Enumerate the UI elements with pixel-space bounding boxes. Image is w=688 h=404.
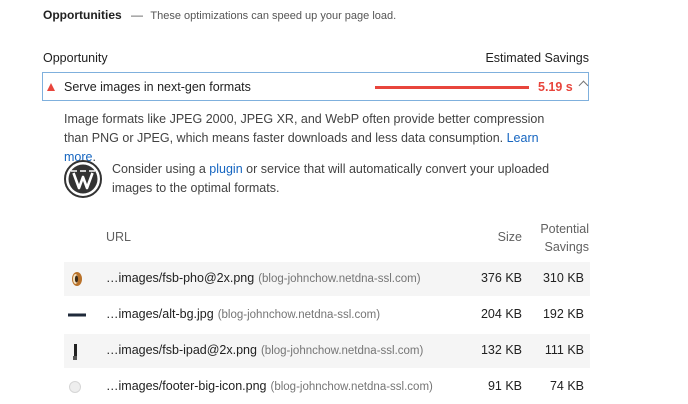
url-host: (blog-johnchow.netdna-ssl.com): [217, 309, 381, 321]
resource-savings: 310 KB: [542, 271, 584, 285]
table-header-size: Size: [497, 230, 522, 244]
resource-url[interactable]: …images/fsb-ipad@2x.png (blog-johnchow.ne…: [106, 343, 423, 357]
resource-size: 132 KB: [480, 343, 522, 357]
table-row: …images/footer-big-icon.png (blog-johncho…: [64, 370, 590, 404]
audit-row-next-gen-formats[interactable]: Serve images in next-gen formats 5.19 s: [42, 72, 589, 101]
potential-savings-line2: Savings: [544, 240, 589, 254]
column-header-opportunity: Opportunity: [43, 51, 108, 65]
table-row: …images/alt-bg.jpg (blog-johnchow.netdna-…: [64, 298, 590, 332]
section-separator: —: [131, 8, 144, 22]
resource-savings: 192 KB: [542, 307, 584, 321]
table-header-potential-savings: Potential Savings: [540, 220, 589, 256]
potential-savings-line1: Potential: [540, 222, 589, 236]
url-path: …images/footer-big-icon.png: [106, 379, 267, 393]
resource-savings: 74 KB: [549, 379, 584, 393]
savings-bar: [375, 86, 529, 89]
resource-size: 204 KB: [480, 307, 522, 321]
table-row: …images/fsb-pho@2x.png (blog-johnchow.net…: [64, 262, 590, 296]
url-host: (blog-johnchow.netdna-ssl.com): [270, 381, 433, 393]
warning-triangle-icon: [47, 83, 55, 91]
savings-value: 5.19 s: [538, 80, 573, 94]
url-path: …images/fsb-ipad@2x.png: [106, 343, 257, 357]
section-description: These optimizations can speed up your pa…: [150, 10, 397, 22]
table-row: …images/fsb-ipad@2x.png (blog-johnchow.ne…: [64, 334, 590, 368]
wordpress-logo-icon: [64, 160, 102, 198]
section-title: Opportunities: [43, 8, 122, 22]
column-header-estimated-savings: Estimated Savings: [485, 51, 589, 65]
plugin-link[interactable]: plugin: [209, 162, 242, 176]
url-path: …images/fsb-pho@2x.png: [106, 271, 255, 285]
resource-savings: 111 KB: [544, 343, 584, 357]
audit-title: Serve images in next-gen formats: [64, 80, 251, 94]
audit-description-text: Image formats like JPEG 2000, JPEG XR, a…: [64, 112, 545, 145]
tip-prefix: Consider using a: [112, 162, 206, 176]
resource-url[interactable]: …images/alt-bg.jpg (blog-johnchow.netdna-…: [106, 307, 380, 321]
stack-pack-tip: Consider using a plugin or service that …: [112, 160, 572, 198]
chevron-up-icon[interactable]: [578, 80, 589, 91]
resource-url[interactable]: …images/fsb-pho@2x.png (blog-johnchow.net…: [106, 271, 421, 285]
resource-size: 376 KB: [480, 271, 522, 285]
bar-thumbnail: [68, 307, 86, 323]
icon-thumbnail: [68, 379, 82, 395]
resource-url[interactable]: …images/footer-big-icon.png (blog-johncho…: [106, 379, 433, 393]
url-path: …images/alt-bg.jpg: [106, 307, 214, 321]
url-host: (blog-johnchow.netdna-ssl.com): [260, 345, 424, 357]
table-header-url: URL: [106, 230, 132, 244]
ipad-thumbnail: [68, 343, 82, 360]
url-host: (blog-johnchow.netdna-ssl.com): [258, 273, 421, 285]
section-header: Opportunities — These optimizations can …: [43, 8, 396, 22]
photo-thumbnail: [68, 271, 82, 287]
resource-size: 91 KB: [487, 379, 522, 393]
audit-description: Image formats like JPEG 2000, JPEG XR, a…: [64, 110, 564, 167]
